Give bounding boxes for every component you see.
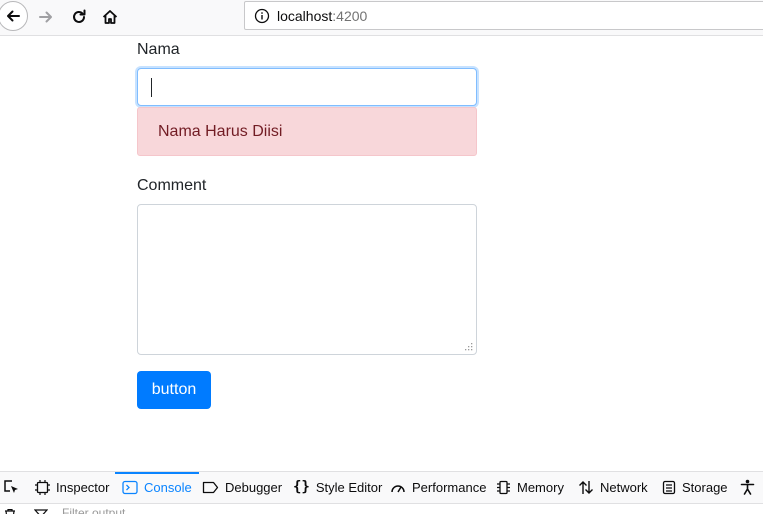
devtools-panel: Inspector Console Debugger {} Style Edit… [0,471,763,514]
storage-icon [662,480,676,495]
performance-icon [390,480,406,495]
console-filter-row: Filter output [0,503,763,514]
debugger-icon [202,481,219,494]
url-port: :4200 [332,8,368,24]
comment-textarea[interactable] [137,204,477,355]
style-editor-icon: {} [293,479,310,495]
tab-inspector-label: Inspector [56,479,110,495]
tab-style-editor[interactable]: {} Style Editor [293,472,382,502]
url-text: localhost:4200 [277,8,367,24]
text-caret [151,78,152,97]
forward-arrow-icon [39,11,52,23]
accessibility-icon [740,479,755,495]
element-picker-icon [4,480,18,493]
submit-button[interactable]: button [137,371,211,409]
home-button[interactable] [96,3,124,31]
tab-inspector[interactable]: Inspector [35,472,109,502]
home-icon [102,10,118,24]
tab-performance[interactable]: Performance [390,472,486,502]
reload-button[interactable] [65,3,93,31]
name-label: Nama [137,41,180,58]
tab-memory[interactable]: Memory [496,472,564,502]
resize-grip-icon[interactable] [464,342,473,351]
tab-accessibility[interactable] [740,472,761,502]
reload-icon [73,9,86,23]
back-button[interactable] [0,1,28,31]
info-icon[interactable] [254,8,270,29]
url-host: localhost [277,8,333,24]
tab-style-editor-label: Style Editor [315,479,383,495]
devtools-tabbar: Inspector Console Debugger {} Style Edit… [0,472,763,502]
tab-debugger-label: Debugger [225,479,283,495]
memory-icon [496,480,511,495]
inspector-icon [35,479,50,495]
browser-toolbar: localhost:4200 [0,0,763,36]
forward-button[interactable] [32,3,60,31]
tab-network[interactable]: Network [578,472,648,502]
network-icon [578,480,594,495]
tab-console[interactable]: Console [115,472,199,502]
tab-network-label: Network [600,479,648,495]
tab-console-label: Console [144,479,192,495]
name-error-alert: Nama Harus Diisi [137,107,477,156]
tab-storage[interactable]: Storage [662,472,728,502]
tab-debugger[interactable]: Debugger [202,472,282,502]
tab-memory-label: Memory [517,479,564,495]
address-bar[interactable]: localhost:4200 [244,1,763,30]
name-input[interactable] [137,68,477,106]
back-arrow-icon [7,10,20,22]
console-icon [122,480,138,495]
comment-label: Comment [137,177,207,194]
tab-performance-label: Performance [412,479,487,495]
element-picker-button[interactable] [2,472,20,502]
tab-storage-label: Storage [682,479,728,495]
